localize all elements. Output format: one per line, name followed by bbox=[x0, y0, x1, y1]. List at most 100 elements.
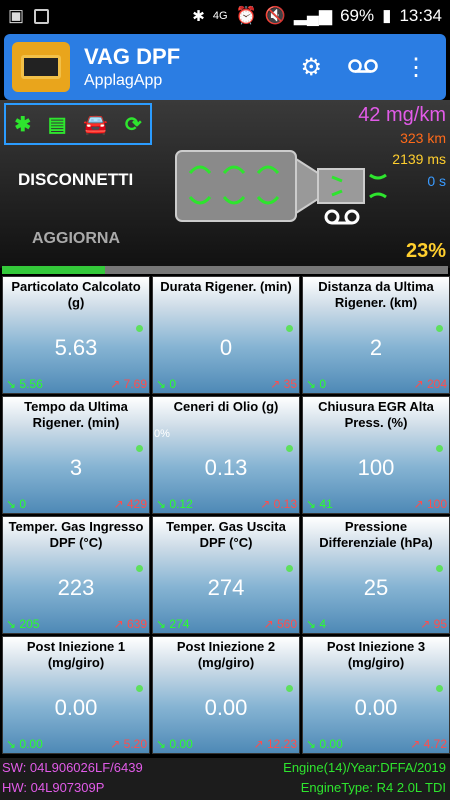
app-bar: VAG DPF ApplagApp ⚙ ⋮ bbox=[4, 34, 446, 100]
parameter-value: 3 bbox=[69, 455, 83, 480]
parameter-tile[interactable]: Post Iniezione 1 (mg/giro) 0.00 ↘ 0.00 ↗ 5.… bbox=[2, 636, 150, 754]
max-value: 7.69 bbox=[123, 377, 147, 391]
min-value: 5.56 bbox=[19, 377, 43, 391]
parameter-value: 100 bbox=[357, 455, 395, 480]
more-vert-icon[interactable]: ⋮ bbox=[404, 53, 428, 82]
dpf-header-panel: ✱ ▤ 🚘 ⟳ DISCONNETTI AGGIORNA 42 mg/km 32… bbox=[0, 100, 450, 268]
parameter-min: ↘ 5.56 bbox=[6, 377, 43, 391]
parameter-min: ↘ 0 bbox=[306, 377, 327, 391]
min-value: 4 bbox=[319, 617, 327, 631]
min-value: 0.00 bbox=[19, 737, 43, 751]
parameter-max: ↗ 7.69 bbox=[110, 377, 147, 391]
parameter-tile[interactable]: Post Iniezione 2 (mg/giro) 0.00 ↘ 0.00 ↗ 12… bbox=[152, 636, 300, 754]
battery-percent: 69% bbox=[340, 6, 375, 25]
progress-fill bbox=[2, 266, 105, 274]
status-dot-icon bbox=[436, 445, 443, 452]
parameter-max: ↗ 12.23 bbox=[253, 737, 297, 751]
parameter-tile[interactable]: Ceneri di Olio (g) 0% 0.13 ↘ 0.12 ↗ 0.13 bbox=[152, 396, 300, 514]
parameter-value: 2 bbox=[369, 335, 383, 360]
parameter-min: ↘ 0.00 bbox=[156, 737, 193, 751]
parameter-min: ↘ 4 bbox=[306, 617, 327, 631]
parameter-max: ↗ 560 bbox=[263, 617, 297, 631]
parameter-label: Post Iniezione 3 (mg/giro) bbox=[326, 639, 426, 670]
max-value: 0.13 bbox=[273, 497, 297, 511]
engine-type: EngineType: R4 2.0L TDI bbox=[300, 780, 446, 795]
parameter-max: ↗ 204 bbox=[413, 377, 447, 391]
image-icon bbox=[34, 8, 50, 24]
status-dot-icon bbox=[136, 685, 143, 692]
obd-connector-icon: ▤ bbox=[47, 113, 67, 136]
notification-icon: ▣ bbox=[8, 6, 25, 25]
parameter-tile[interactable]: Durata Rigener. (min) 0 ↘ 0 ↗ 35 bbox=[152, 276, 300, 394]
parameter-label: Ceneri di Olio (g) bbox=[173, 399, 279, 414]
min-value: 0.00 bbox=[169, 737, 193, 751]
max-value: 35 bbox=[283, 377, 297, 391]
regen-progress-bar bbox=[2, 266, 448, 274]
parameter-label: Distanza da Ultima Rigener. (km) bbox=[318, 279, 434, 310]
parameter-label: Pressione Differenziale (hPa) bbox=[319, 519, 433, 550]
min-value: 0 bbox=[19, 497, 27, 511]
sync-icon: ⟳ bbox=[124, 113, 142, 136]
app-title: VAG DPF bbox=[84, 44, 181, 69]
parameter-max: ↗ 4.72 bbox=[410, 737, 447, 751]
parameter-label: Tempo da Ultima Rigener. (min) bbox=[24, 399, 128, 430]
engine-info: Engine(14)/Year:DFFA/2019 bbox=[283, 760, 446, 775]
status-dot-icon bbox=[286, 685, 293, 692]
min-value: 274 bbox=[169, 617, 190, 631]
status-dot-icon bbox=[286, 565, 293, 572]
parameter-value: 0.00 bbox=[354, 695, 398, 720]
parameter-min: ↘ 0 bbox=[156, 377, 177, 391]
distance-readout: 323 km bbox=[400, 130, 446, 146]
parameter-min: ↘ 0.12 bbox=[156, 497, 193, 511]
clock: 13:34 bbox=[399, 6, 442, 25]
parameter-value: 0 bbox=[219, 335, 233, 360]
disconnect-button[interactable]: DISCONNETTI bbox=[18, 170, 133, 190]
status-dot-icon bbox=[436, 325, 443, 332]
parameter-grid: Particolato Calcolato (g) 5.63 ↘ 5.56 ↗ 7.6… bbox=[0, 276, 450, 758]
parameter-tile[interactable]: Temper. Gas Ingresso DPF (°C) 223 ↘ 205 ↗ 6… bbox=[2, 516, 150, 634]
min-value: 0 bbox=[169, 377, 177, 391]
parameter-label: Temper. Gas Ingresso DPF (°C) bbox=[8, 519, 144, 550]
voicemail-icon[interactable] bbox=[348, 53, 378, 81]
parameter-tile[interactable]: Distanza da Ultima Rigener. (km) 2 ↘ 0 ↗ 20… bbox=[302, 276, 450, 394]
dpf-filter-illustration bbox=[175, 150, 387, 225]
regen-percent: 23% bbox=[405, 240, 446, 262]
hardware-version: HW: 04L907309P bbox=[2, 780, 105, 795]
parameter-max: ↗ 429 bbox=[113, 497, 147, 511]
parameter-min: ↘ 205 bbox=[6, 617, 40, 631]
time-readout: 2139 ms bbox=[392, 151, 446, 167]
parameter-extra: 0% bbox=[154, 428, 170, 440]
parameter-tile[interactable]: Particolato Calcolato (g) 5.63 ↘ 5.56 ↗ 7.6… bbox=[2, 276, 150, 394]
max-value: 429 bbox=[126, 497, 147, 511]
parameter-value: 274 bbox=[207, 575, 245, 600]
parameter-max: ↗ 35 bbox=[270, 377, 297, 391]
parameter-tile[interactable]: Temper. Gas Uscita DPF (°C) 274 ↘ 274 ↗ 560 bbox=[152, 516, 300, 634]
parameter-tile[interactable]: Tempo da Ultima Rigener. (min) 3 ↘ 0 ↗ 429 bbox=[2, 396, 150, 514]
status-dot-icon bbox=[136, 325, 143, 332]
max-value: 12.23 bbox=[266, 737, 297, 751]
parameter-tile[interactable]: Pressione Differenziale (hPa) 25 ↘ 4 ↗ 95 bbox=[302, 516, 450, 634]
status-dot-icon bbox=[286, 325, 293, 332]
gear-icon[interactable]: ⚙ bbox=[300, 53, 322, 82]
parameter-max: ↗ 95 bbox=[420, 617, 447, 631]
parameter-value: 5.63 bbox=[54, 335, 98, 360]
parameter-min: ↘ 0 bbox=[6, 497, 27, 511]
parameter-max: ↗ 0.13 bbox=[260, 497, 297, 511]
app-logo bbox=[12, 42, 70, 92]
max-value: 95 bbox=[433, 617, 447, 631]
parameter-label: Durata Rigener. (min) bbox=[160, 279, 292, 294]
parameter-tile[interactable]: Chiusura EGR Alta Press. (%) 100 ↘ 41 ↗ 100 bbox=[302, 396, 450, 514]
status-dot-icon bbox=[136, 565, 143, 572]
parameter-label: Temper. Gas Uscita DPF (°C) bbox=[166, 519, 286, 550]
status-dot-icon bbox=[286, 445, 293, 452]
app-subtitle: ApplagApp bbox=[84, 72, 163, 89]
parameter-min: ↘ 0.00 bbox=[6, 737, 43, 751]
bluetooth-icon: ✱ bbox=[192, 8, 205, 25]
parameter-min: ↘ 41 bbox=[306, 497, 333, 511]
signal-icon: ▂▄▆ bbox=[293, 6, 333, 25]
parameter-tile[interactable]: Post Iniezione 3 (mg/giro) 0.00 ↘ 0.00 ↗ 4.… bbox=[302, 636, 450, 754]
min-value: 0 bbox=[319, 377, 327, 391]
max-value: 639 bbox=[126, 617, 147, 631]
status-dot-icon bbox=[436, 685, 443, 692]
refresh-button[interactable]: AGGIORNA bbox=[32, 230, 120, 248]
